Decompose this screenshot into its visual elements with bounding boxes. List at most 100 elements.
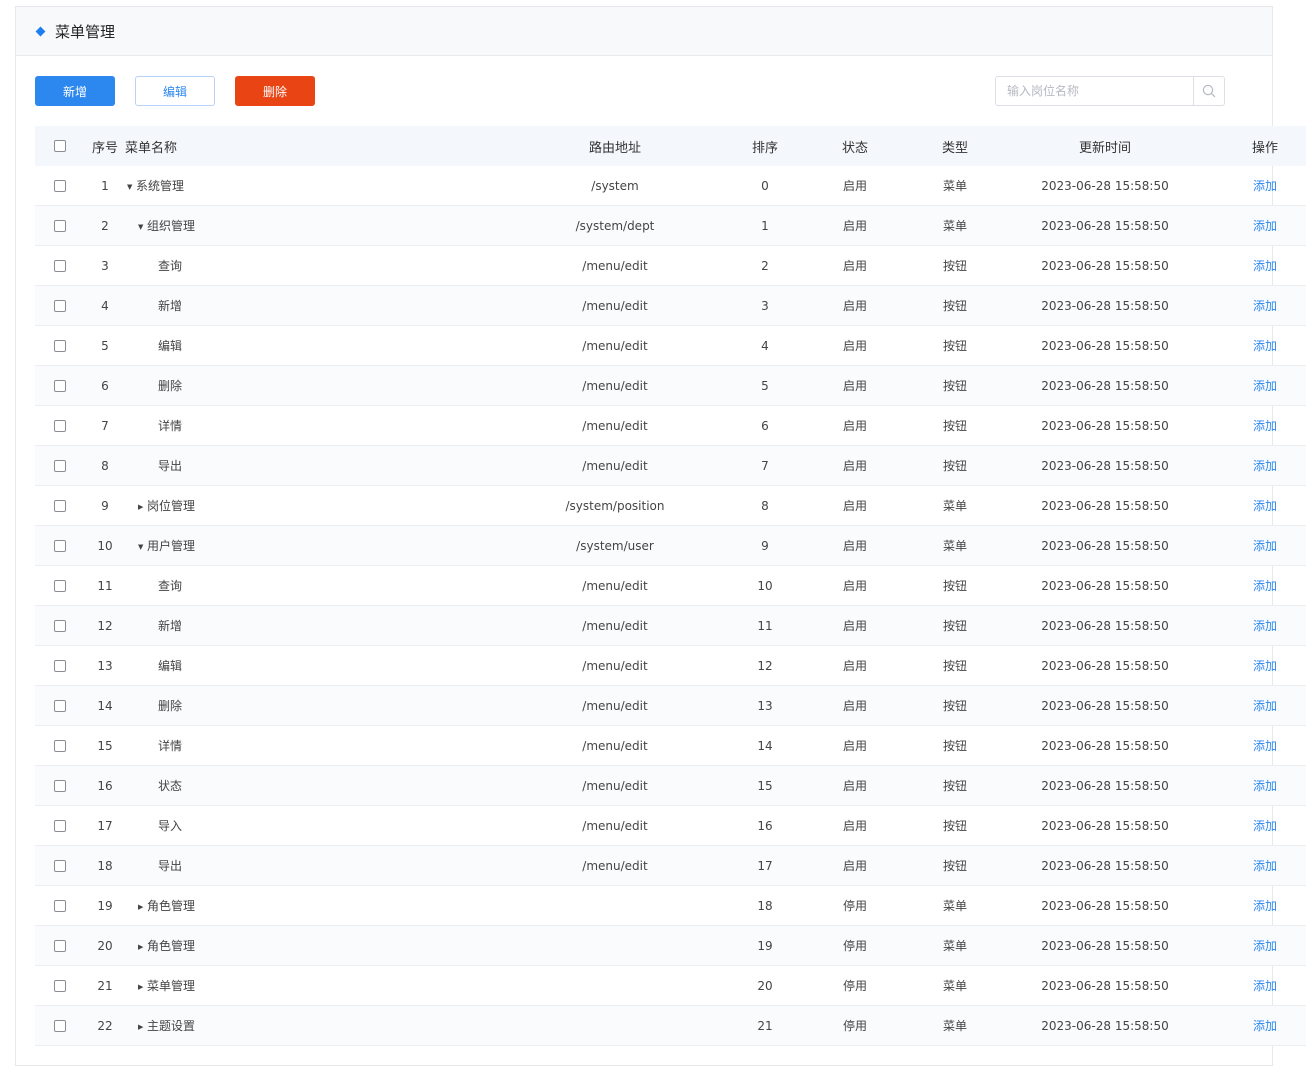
add-button[interactable]: 新增 [35, 76, 115, 106]
row-path: /menu/edit [525, 245, 705, 286]
select-all-cell [35, 126, 85, 166]
add-child-link[interactable]: 添加 [1253, 659, 1277, 673]
row-checkbox[interactable] [54, 300, 66, 312]
add-child-link[interactable]: 添加 [1253, 1019, 1277, 1033]
caret-right-icon[interactable]: ▶ [138, 1023, 147, 1031]
row-status: 启用 [805, 765, 905, 806]
row-path [525, 925, 705, 966]
row-path: /menu/edit [525, 645, 705, 686]
row-action-cell: 添加 [1205, 605, 1306, 646]
row-sort: 10 [725, 565, 805, 606]
row-checkbox[interactable] [54, 900, 66, 912]
col-header-spacer [405, 126, 525, 166]
row-checkbox[interactable] [54, 540, 66, 552]
row-gap [705, 325, 725, 366]
row-checkbox[interactable] [54, 660, 66, 672]
table-row: 22 ▶ 主题设置 21 停用 菜单 2023-06-28 15:58:50 添加 [35, 1005, 1306, 1046]
add-child-link[interactable]: 添加 [1253, 219, 1277, 233]
search-icon [1202, 84, 1216, 98]
row-select-cell [35, 645, 85, 686]
row-action-cell: 添加 [1205, 685, 1306, 726]
add-child-link[interactable]: 添加 [1253, 379, 1277, 393]
row-checkbox[interactable] [54, 260, 66, 272]
add-child-link[interactable]: 添加 [1253, 819, 1277, 833]
col-header-no: 序号 [85, 126, 125, 166]
row-checkbox[interactable] [54, 180, 66, 192]
row-checkbox[interactable] [54, 420, 66, 432]
row-checkbox[interactable] [54, 620, 66, 632]
caret-down-icon[interactable]: ▼ [138, 223, 147, 231]
row-checkbox[interactable] [54, 580, 66, 592]
search-input[interactable] [996, 77, 1193, 105]
row-gap [705, 645, 725, 686]
row-no: 1 [85, 166, 125, 206]
row-checkbox[interactable] [54, 700, 66, 712]
row-checkbox[interactable] [54, 820, 66, 832]
add-child-link[interactable]: 添加 [1253, 539, 1277, 553]
add-child-link[interactable]: 添加 [1253, 939, 1277, 953]
add-child-link[interactable]: 添加 [1253, 699, 1277, 713]
row-type: 按钮 [905, 245, 1005, 286]
table-row: 8 导出/menu/edit 7 启用 按钮 2023-06-28 15:58:50 添加 [35, 445, 1306, 486]
add-child-link[interactable]: 添加 [1253, 619, 1277, 633]
caret-down-icon[interactable]: ▼ [138, 543, 147, 551]
row-menu-name: 查询 [158, 579, 183, 593]
table-row: 10 ▼ 用户管理/system/user 9 启用 菜单 2023-06-28 15:58… [35, 525, 1306, 566]
caret-right-icon[interactable]: ▶ [138, 943, 147, 951]
row-no: 17 [85, 805, 125, 846]
row-checkbox[interactable] [54, 740, 66, 752]
row-checkbox[interactable] [54, 940, 66, 952]
search-button[interactable] [1193, 77, 1224, 105]
caret-right-icon[interactable]: ▶ [138, 503, 147, 511]
add-child-link[interactable]: 添加 [1253, 899, 1277, 913]
add-child-link[interactable]: 添加 [1253, 779, 1277, 793]
row-checkbox[interactable] [54, 500, 66, 512]
row-menu-name-cell: 导出 [125, 845, 405, 886]
row-checkbox[interactable] [54, 860, 66, 872]
row-menu-name-cell: 新增 [125, 605, 405, 646]
add-child-link[interactable]: 添加 [1253, 579, 1277, 593]
row-spacer [405, 805, 525, 846]
row-checkbox[interactable] [54, 980, 66, 992]
row-checkbox[interactable] [54, 380, 66, 392]
row-no: 22 [85, 1005, 125, 1046]
add-child-link[interactable]: 添加 [1253, 179, 1277, 193]
row-checkbox[interactable] [54, 780, 66, 792]
row-checkbox[interactable] [54, 340, 66, 352]
col-header-type: 类型 [905, 126, 1005, 166]
row-checkbox[interactable] [54, 220, 66, 232]
add-child-link[interactable]: 添加 [1253, 739, 1277, 753]
row-menu-name: 新增 [158, 619, 183, 633]
row-path: /menu/edit [525, 765, 705, 806]
row-spacer [405, 1005, 525, 1046]
row-time: 2023-06-28 15:58:50 [1005, 166, 1205, 206]
add-child-link[interactable]: 添加 [1253, 979, 1277, 993]
select-all-checkbox[interactable] [54, 140, 66, 152]
row-path: /menu/edit [525, 285, 705, 326]
row-checkbox[interactable] [54, 460, 66, 472]
row-no: 5 [85, 325, 125, 366]
edit-button[interactable]: 编辑 [135, 76, 215, 106]
add-child-link[interactable]: 添加 [1253, 859, 1277, 873]
row-menu-name-cell: 导入 [125, 805, 405, 846]
delete-button[interactable]: 删除 [235, 76, 315, 106]
add-child-link[interactable]: 添加 [1253, 499, 1277, 513]
row-checkbox[interactable] [54, 1020, 66, 1032]
row-time: 2023-06-28 15:58:50 [1005, 885, 1205, 926]
add-child-link[interactable]: 添加 [1253, 419, 1277, 433]
caret-right-icon[interactable]: ▶ [138, 983, 147, 991]
table-row: 4 新增/menu/edit 3 启用 按钮 2023-06-28 15:58:50 添加 [35, 285, 1306, 326]
add-child-link[interactable]: 添加 [1253, 339, 1277, 353]
add-child-link[interactable]: 添加 [1253, 259, 1277, 273]
row-sort: 2 [725, 245, 805, 286]
row-type: 按钮 [905, 725, 1005, 766]
row-menu-name: 组织管理 [147, 219, 196, 233]
row-gap [705, 725, 725, 766]
add-child-link[interactable]: 添加 [1253, 459, 1277, 473]
add-child-link[interactable]: 添加 [1253, 299, 1277, 313]
caret-down-icon[interactable]: ▼ [127, 183, 136, 191]
caret-right-icon[interactable]: ▶ [138, 903, 147, 911]
row-type: 按钮 [905, 405, 1005, 446]
row-status: 停用 [805, 885, 905, 926]
row-menu-name: 详情 [158, 739, 183, 753]
